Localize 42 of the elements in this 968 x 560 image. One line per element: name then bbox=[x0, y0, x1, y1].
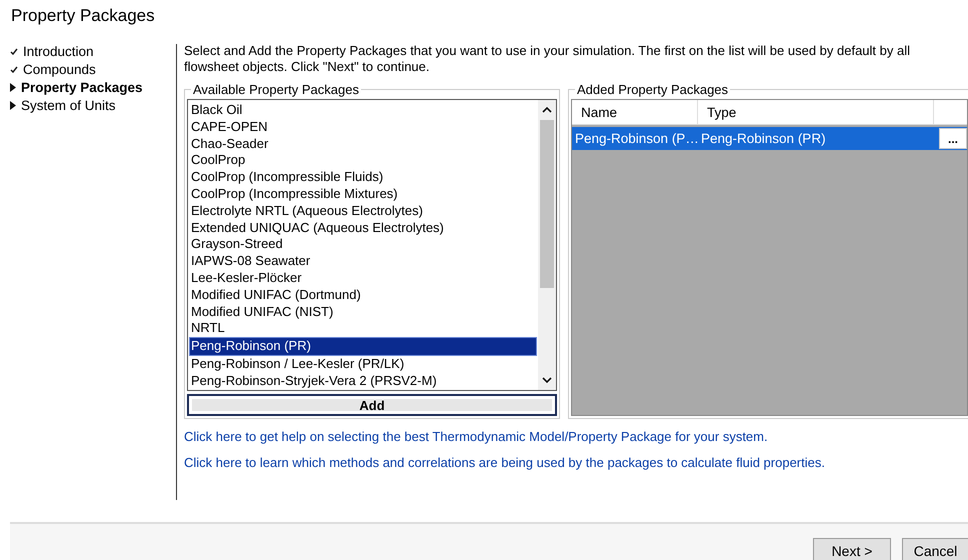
scrollbar[interactable] bbox=[538, 100, 556, 390]
help-link[interactable]: Click here to learn which methods and correlations are being used by the packages to calculate fluid properties. bbox=[184, 455, 825, 470]
add-button[interactable]: Add bbox=[187, 394, 557, 416]
dialog-button[interactable]: Next > bbox=[813, 538, 891, 560]
check-icon bbox=[10, 66, 18, 73]
step-item[interactable]: Compounds bbox=[10, 62, 96, 77]
window-title: Property Packages bbox=[10, 5, 155, 27]
scroll-thumb[interactable] bbox=[540, 120, 554, 288]
list-item[interactable]: Chao-Seader bbox=[190, 136, 536, 152]
scroll-up-icon[interactable] bbox=[542, 106, 552, 114]
group-title: Added Property Packages bbox=[576, 82, 730, 97]
table-row[interactable]: Peng-Robinson (P… Peng-Robinson (PR) ... bbox=[572, 127, 967, 150]
dialog-button[interactable]: Cancel bbox=[902, 538, 968, 560]
edit-button[interactable]: ... bbox=[939, 128, 967, 149]
check-icon bbox=[10, 48, 18, 55]
list-item[interactable]: NRTL bbox=[190, 320, 536, 338]
list-item[interactable]: Black Oil bbox=[190, 102, 536, 119]
list-item[interactable]: CoolProp (Incompressible Fluids) bbox=[190, 169, 536, 186]
instructions-text: Select and Add the Property Packages that you want to use in your simulation. The first on the list will be used by default by all flowsheet objects. Click "Next" to continue. bbox=[184, 43, 912, 75]
list-item[interactable]: Grayson-Streed bbox=[190, 236, 536, 254]
list-item[interactable]: CoolProp (Incompressible Mixtures) bbox=[190, 186, 536, 203]
list-item[interactable]: Lee-Kesler-Plöcker bbox=[190, 270, 536, 287]
column-header[interactable]: Type bbox=[698, 100, 934, 124]
list-item[interactable]: Peng-Robinson (PR) bbox=[189, 337, 537, 356]
list-item[interactable]: Extended UNIQUAC (Aqueous Electrolytes) bbox=[190, 220, 536, 236]
table-cell-text: Peng-Robinson (PR) bbox=[700, 131, 827, 146]
list-item[interactable]: Modified UNIFAC (NIST) bbox=[190, 304, 536, 320]
list-item[interactable]: CAPE-OPEN bbox=[190, 118, 536, 136]
step-item[interactable]: Property Packages bbox=[10, 80, 143, 95]
list-item[interactable]: IAPWS-08 Seawater bbox=[190, 253, 536, 270]
table-cell-text: Peng-Robinson (P… bbox=[574, 131, 698, 146]
list-item[interactable]: Electrolyte NRTL (Aqueous Electrolytes) bbox=[190, 202, 536, 220]
list-item[interactable]: Peng-Robinson-Stryjek-Vera 2 (PRSV2-M) bbox=[190, 372, 536, 390]
column-header[interactable]: Name bbox=[572, 100, 698, 124]
step-item[interactable]: System of Units bbox=[10, 98, 116, 113]
list-item[interactable]: Peng-Robinson / Lee-Kesler (PR/LK) bbox=[190, 356, 536, 373]
scroll-down-icon[interactable] bbox=[542, 376, 552, 384]
step-item[interactable]: Introduction bbox=[10, 44, 94, 59]
list-item[interactable]: CoolProp bbox=[190, 152, 536, 170]
group-title: Available Property Packages bbox=[192, 82, 360, 97]
list-item[interactable]: Modified UNIFAC (Dortmund) bbox=[190, 286, 536, 304]
help-link[interactable]: Click here to get help on selecting the best Thermodynamic Model/Property Package for your system. bbox=[184, 429, 768, 444]
